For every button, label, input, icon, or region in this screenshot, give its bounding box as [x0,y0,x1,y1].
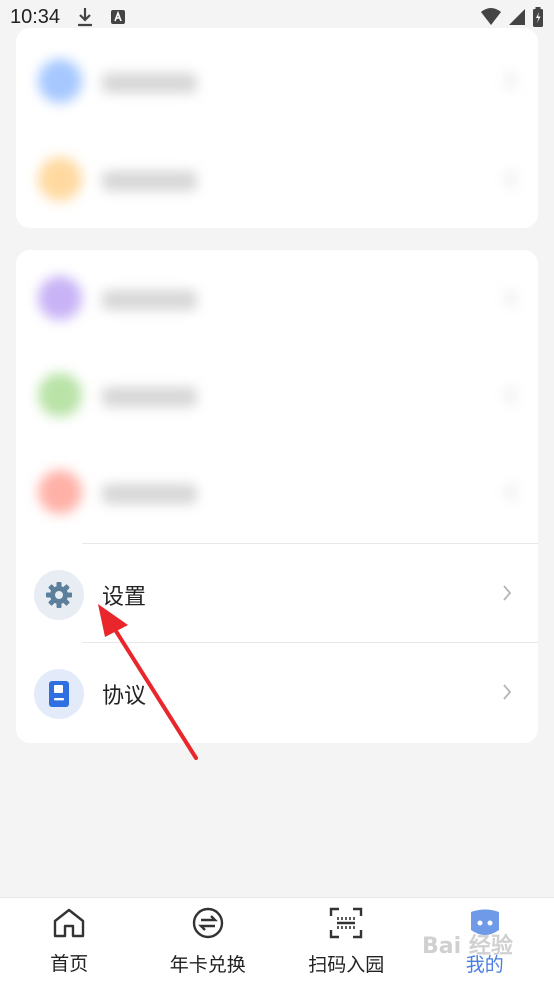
document-icon [34,669,84,719]
tab-label: 首页 [50,949,88,976]
tab-card-exchange[interactable]: 年卡兑换 [139,898,278,985]
settings-menu-item[interactable]: 设置 [16,544,538,642]
blurred-menu-row[interactable] [16,33,538,130]
blurred-menu-row[interactable] [16,347,538,444]
home-icon [52,907,86,943]
tab-label: 年卡兑换 [170,950,246,977]
blurred-menu-row[interactable] [16,250,538,347]
watermark: Bai 经验 [422,928,513,960]
agreement-label: 协议 [102,678,146,710]
menu-card: 设置 协议 [16,250,538,743]
text-notification-icon [110,9,126,25]
wifi-icon [480,8,502,26]
scan-icon [328,906,364,944]
blurred-menu-row[interactable] [16,131,538,228]
battery-icon [532,7,544,27]
tab-home[interactable]: 首页 [0,898,139,985]
status-bar: 10:34 [0,0,554,34]
settings-label: 设置 [102,579,146,611]
blurred-menu-card-1 [16,28,538,228]
download-icon [76,7,94,27]
signal-icon [508,8,526,26]
blurred-menu-row[interactable] [16,444,538,541]
status-time: 10:34 [10,6,60,29]
exchange-icon [191,906,225,944]
gear-icon [34,570,84,620]
chevron-right-icon [502,683,512,705]
chevron-right-icon [502,584,512,606]
tab-label: 扫码入园 [308,950,384,977]
tab-scan-entry[interactable]: 扫码入园 [277,898,416,985]
agreement-menu-item[interactable]: 协议 [16,643,538,741]
